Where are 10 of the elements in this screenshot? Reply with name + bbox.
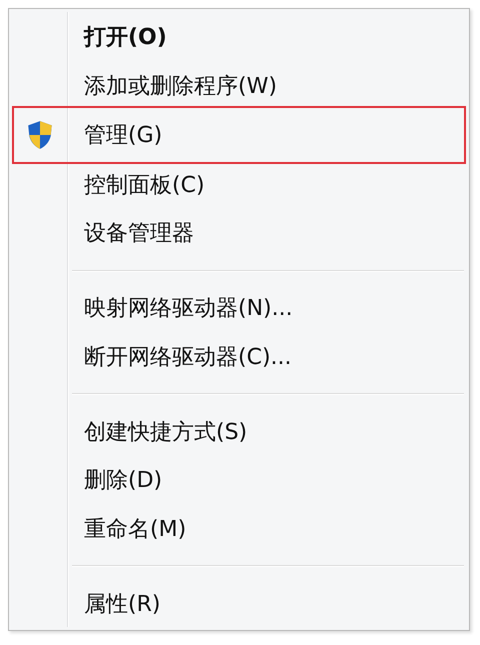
menu-item[interactable]: 映射网络驱动器(N)... [68,284,466,332]
menu-item[interactable]: 属性(R) [68,579,466,628]
menu-item[interactable]: 删除(D) [68,456,466,505]
shield-icon [27,120,53,150]
menu-item[interactable]: 打开(O) [68,13,466,62]
menu-item[interactable]: 重命名(M) [68,504,466,554]
menu-item[interactable]: 管理(G) [12,106,466,164]
menu-item[interactable]: 断开网络驱动器(C)... [68,332,466,382]
menu-item[interactable]: 创建快捷方式(S) [68,407,466,456]
menu-item[interactable]: 设备管理器 [68,209,466,258]
